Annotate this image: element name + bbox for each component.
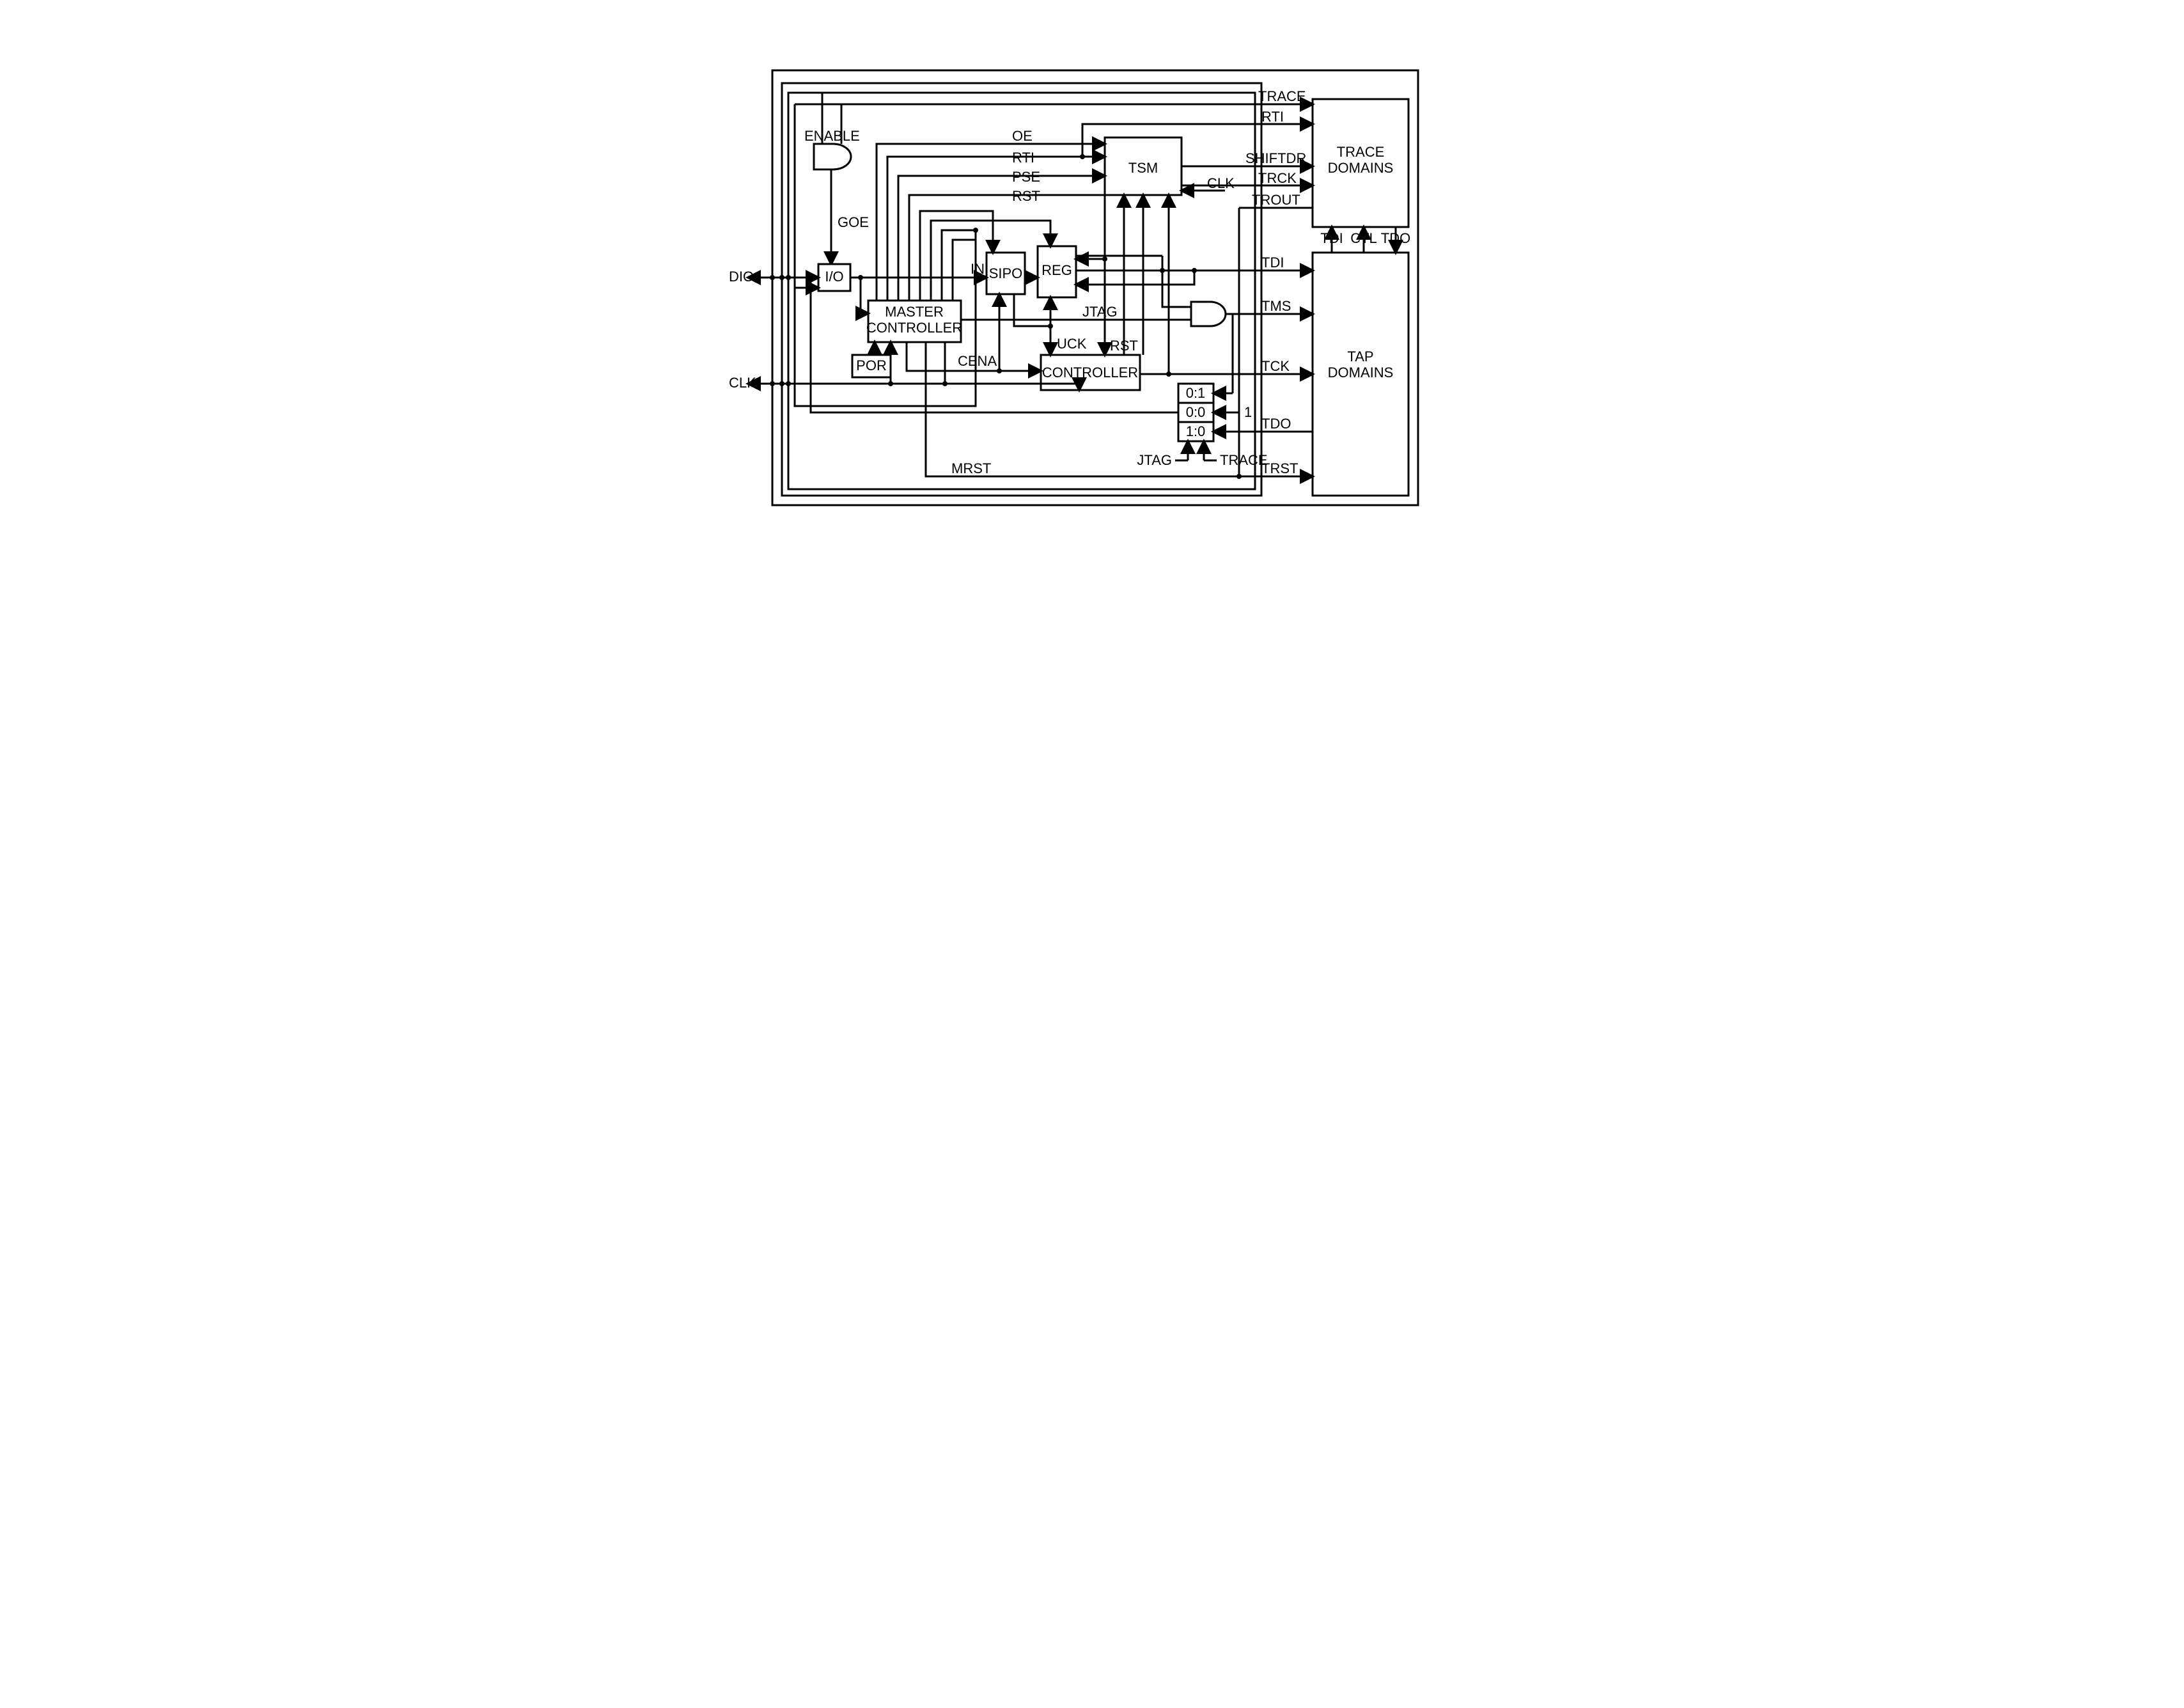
signal-pse: PSE (1012, 169, 1040, 185)
block-io: I/O (825, 269, 843, 285)
signal-shiftdr: SHIFTDR (1245, 150, 1306, 166)
signal-clk-tsm: CLK (1207, 175, 1235, 191)
signal-trck: TRCK (1258, 170, 1297, 186)
signal-enable: ENABLE (804, 128, 860, 144)
block-reg: REG (1041, 262, 1072, 278)
signal-jtag: JTAG (1082, 304, 1118, 320)
tap-domains-line2: DOMAINS (1328, 364, 1394, 380)
trace-domains-line1: TRACE (1337, 144, 1385, 160)
signal-in: IN (971, 261, 985, 277)
trace-domains-line2: DOMAINS (1328, 160, 1394, 176)
signal-cena: CENA (958, 353, 997, 369)
signal-rti-top: RTI (1012, 150, 1034, 166)
signal-tck: TCK (1261, 358, 1290, 374)
signal-tdo: TDO (1261, 416, 1291, 432)
block-por: POR (856, 357, 887, 373)
signal-tms: TMS (1261, 298, 1291, 314)
signal-trst: TRST (1261, 460, 1298, 476)
signal-clk-left: CLK (729, 375, 756, 391)
signal-trace: TRACE (1258, 88, 1306, 104)
signal-goe: GOE (838, 214, 869, 230)
signal-rti-out: RTI (1261, 109, 1284, 125)
signal-trace-sel: TRACE (1220, 452, 1268, 468)
signal-rst-top: RST (1012, 188, 1040, 204)
block-diagram: TRACE DOMAINS TAP DOMAINS TDI CTL TDO EN… (683, 0, 1501, 639)
signal-oe: OE (1012, 128, 1033, 144)
mux-row1: 0:0 (1186, 404, 1206, 420)
block-master-controller-l1: MASTER (885, 304, 944, 320)
signal-jtag-sel: JTAG (1137, 452, 1172, 468)
block-master-controller-l2: CONTROLLER (866, 320, 962, 336)
block-tsm: TSM (1128, 160, 1158, 176)
block-controller: CONTROLLER (1042, 364, 1138, 380)
signal-uck: UCK (1057, 336, 1087, 352)
signal-mrst: MRST (951, 460, 991, 476)
signal-trout: TROUT (1252, 192, 1300, 208)
signal-dio: DIO (729, 269, 754, 285)
mux-row2: 1:0 (1186, 423, 1206, 439)
signal-tdi: TDI (1261, 255, 1284, 270)
signal-one: 1 (1244, 404, 1252, 420)
block-sipo: SIPO (989, 265, 1023, 281)
mux-row0: 0:1 (1186, 385, 1206, 401)
tap-domains-line1: TAP (1347, 349, 1373, 364)
